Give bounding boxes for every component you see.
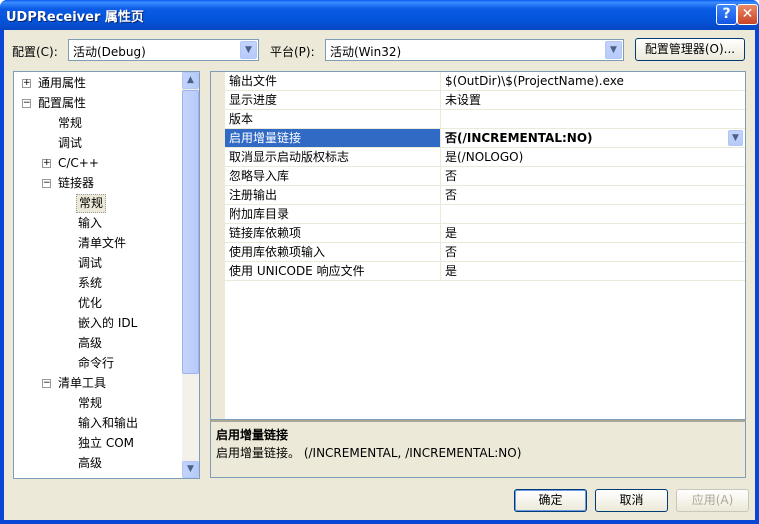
window-title: UDPReceiver 属性页 [6,10,144,25]
tree-item[interactable]: 输入和输出 [76,414,140,433]
property-name: 使用 UNICODE 响应文件 [225,262,441,280]
platform-value: 活动(Win32) [330,45,402,59]
ok-button[interactable]: 确定 [514,489,587,512]
tree-item[interactable]: 清单工具 [56,374,108,393]
tree-item[interactable]: C/C++ [56,154,101,173]
property-name: 输出文件 [225,72,441,90]
property-row[interactable]: 显示进度 未设置 [225,91,745,110]
tree-item[interactable]: 链接器 [56,174,96,193]
chevron-down-icon[interactable]: ▼ [728,130,743,146]
property-tree[interactable]: ▲ ▼ + 通用属性 − 配置属性 常规 调试 + C/C++ − 链接器 常规 输入 清单文件 调试 系统… [13,71,200,479]
tree-item[interactable]: 常规 [56,114,84,133]
property-row[interactable]: 使用 UNICODE 响应文件是 [225,262,745,281]
property-value[interactable]: 是 [441,224,745,242]
collapse-icon[interactable]: − [42,379,51,388]
tree-item[interactable]: 配置属性 [36,94,88,113]
tree-item[interactable]: 通用属性 [36,74,88,93]
property-row[interactable]: 链接库依赖项是 [225,224,745,243]
property-value[interactable]: $(OutDir)\$(ProjectName).exe [441,72,745,90]
collapse-icon[interactable]: − [42,179,51,188]
config-value: 活动(Debug) [73,45,146,59]
config-combo[interactable]: 活动(Debug) ▼ [68,39,259,61]
property-value[interactable]: 否(/INCREMENTAL:NO) [441,129,745,147]
property-name: 取消显示启动版权标志 [225,148,441,166]
expand-icon[interactable]: + [42,159,51,168]
platform-combo[interactable]: 活动(Win32) ▼ [325,39,624,61]
property-name: 显示进度 [225,91,441,109]
property-grid[interactable]: 输出文件 $(OutDir)\$(ProjectName).exe 显示进度 未设置版… [210,71,746,420]
close-button[interactable]: ✕ [737,4,758,25]
tree-item[interactable]: 独立 COM [76,434,136,453]
tree-item[interactable]: 优化 [76,294,104,313]
tree-scrollbar[interactable]: ▲ ▼ [182,72,199,478]
property-value[interactable]: 否 [441,243,745,261]
collapse-icon[interactable]: − [22,99,31,108]
property-value[interactable] [441,205,745,223]
property-value[interactable]: 是(/NOLOGO) [441,148,745,166]
property-value[interactable]: 否 [441,167,745,185]
property-name: 链接库依赖项 [225,224,441,242]
tree-item[interactable]: 高级 [76,454,104,473]
tree-item[interactable]: 高级 [76,334,104,353]
grid-gutter [211,72,225,419]
property-name: 使用库依赖项输入 [225,243,441,261]
scroll-up-icon[interactable]: ▲ [182,72,199,89]
property-value[interactable] [441,110,745,128]
property-name: 附加库目录 [225,205,441,223]
expand-icon[interactable]: + [22,79,31,88]
description-text: 启用增量链接。 (/INCREMENTAL, /INCREMENTAL:NO) [216,446,522,460]
property-name: 忽略导入库 [225,167,441,185]
property-row[interactable]: 使用库依赖项输入否 [225,243,745,262]
platform-label: 平台(P): [270,45,315,59]
dialog-client: 配置(C): 活动(Debug) ▼ 平台(P): 活动(Win32) ▼ 配置… [4,30,755,520]
property-value[interactable]: 未设置 [441,91,745,109]
tree-item[interactable]: 常规 [76,394,104,413]
property-row[interactable]: 注册输出否 [225,186,745,205]
property-row[interactable]: 版本 [225,110,745,129]
property-name: 注册输出 [225,186,441,204]
tree-item[interactable]: 调试 [76,254,104,273]
property-row[interactable]: 附加库目录 [225,205,745,224]
tree-item[interactable]: 命令行 [76,354,116,373]
property-row[interactable]: 输出文件 $(OutDir)\$(ProjectName).exe [225,72,745,91]
tree-item[interactable]: 调试 [56,134,84,153]
apply-button[interactable]: 应用(A) [676,489,749,512]
property-row[interactable]: 启用增量链接 否(/INCREMENTAL:NO) ▼ [225,129,745,148]
property-row[interactable]: 忽略导入库否 [225,167,745,186]
scroll-thumb[interactable] [182,90,199,374]
chevron-down-icon[interactable]: ▼ [240,41,257,59]
tree-item[interactable]: 输入 [76,214,104,233]
tree-item[interactable]: 清单文件 [76,234,128,253]
property-value[interactable]: 是 [441,262,745,280]
property-name: 启用增量链接 [225,129,441,147]
tree-item[interactable]: 常规 [76,194,107,213]
description-title: 启用增量链接 [216,428,289,442]
property-row[interactable]: 取消显示启动版权标志 是(/NOLOGO) [225,148,745,167]
config-label: 配置(C): [12,45,58,59]
dialog-window: UDPReceiver 属性页 ? ✕ 配置(C): 活动(Debug) ▼ 平… [0,0,759,524]
tree-item[interactable]: 嵌入的 IDL [76,314,139,333]
description-panel: 启用增量链接 启用增量链接。 (/INCREMENTAL, /INCREMENT… [210,420,746,478]
scroll-down-icon[interactable]: ▼ [182,461,199,478]
property-value[interactable]: 否 [441,186,745,204]
tree-item[interactable]: 系统 [76,274,104,293]
property-name: 版本 [225,110,441,128]
cancel-button[interactable]: 取消 [595,489,668,512]
config-manager-button[interactable]: 配置管理器(O)... [635,38,745,61]
help-button[interactable]: ? [716,4,737,25]
chevron-down-icon[interactable]: ▼ [605,41,622,59]
title-bar[interactable]: UDPReceiver 属性页 ? ✕ [0,0,759,30]
